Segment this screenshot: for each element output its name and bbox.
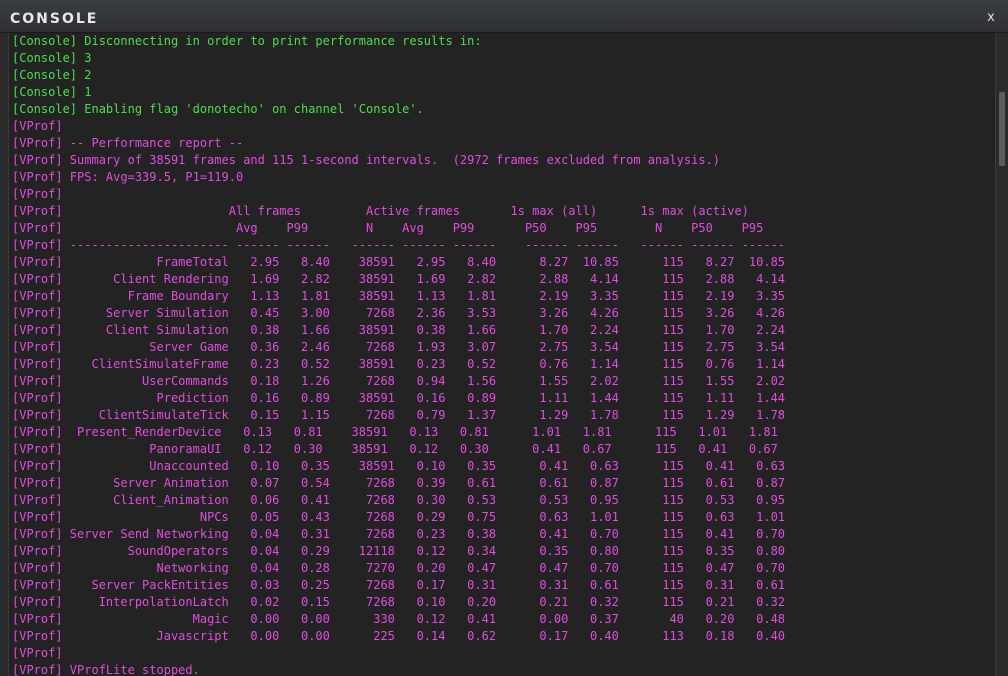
- console-output[interactable]: [Console] Disconnecting in order to prin…: [8, 33, 996, 676]
- console-line: [VProf] UserCommands 0.18 1.26 7268 0.94…: [12, 374, 786, 388]
- console-line: [VProf] FrameTotal 2.95 8.40 38591 2.95 …: [12, 255, 786, 269]
- console-line: [VProf] FPS: Avg=339.5, P1=119.0: [12, 170, 244, 184]
- console-line: [VProf] Client Rendering 1.69 2.82 38591…: [12, 272, 786, 286]
- console-line: [VProf]: [12, 119, 63, 133]
- console-line: [VProf]: [12, 646, 63, 660]
- console-line: [Console] 2: [12, 68, 92, 82]
- console-line: [Console] 1: [12, 85, 92, 99]
- console-line: [VProf] Server Send Networking 0.04 0.31…: [12, 527, 786, 541]
- console-line: [Console] Disconnecting in order to prin…: [12, 34, 482, 48]
- console-line: [VProf] Javascript 0.00 0.00 225 0.14 0.…: [12, 629, 786, 643]
- console-line: [VProf] Unaccounted 0.10 0.35 38591 0.10…: [12, 459, 786, 473]
- console-line: [VProf] Magic 0.00 0.00 330 0.12 0.41 0.…: [12, 612, 786, 626]
- console-line: [VProf] Frame Boundary 1.13 1.81 38591 1…: [12, 289, 786, 303]
- scrollbar[interactable]: [999, 58, 1005, 676]
- title-bar[interactable]: CONSOLE x: [0, 0, 1008, 33]
- console-line: [VProf] NPCs 0.05 0.43 7268 0.29 0.75 0.…: [12, 510, 786, 524]
- console-line: [VProf] SoundOperators 0.04 0.29 12118 0…: [12, 544, 786, 558]
- console-line: [VProf]: [12, 187, 63, 201]
- scrollbar-thumb[interactable]: [999, 92, 1005, 166]
- console-line: [VProf] Server Game 0.36 2.46 7268 1.93 …: [12, 340, 786, 354]
- console-line: [VProf] Avg P99 N Avg P99 P50 P95 N P50 …: [12, 221, 764, 235]
- console-window: CONSOLE x [Console] Disconnecting in ord…: [0, 0, 1008, 676]
- console-line: [VProf] Server Animation 0.07 0.54 7268 …: [12, 476, 786, 490]
- console-line: [Console] Enabling flag 'donotecho' on c…: [12, 102, 424, 116]
- console-line: [VProf] -- Performance report --: [12, 136, 244, 150]
- console-line: [VProf] Networking 0.04 0.28 7270 0.20 0…: [12, 561, 786, 575]
- console-line: [VProf] VProfLite stopped.: [12, 663, 200, 676]
- console-lines: [Console] Disconnecting in order to prin…: [12, 33, 785, 676]
- console-line: [VProf] Server Simulation 0.45 3.00 7268…: [12, 306, 786, 320]
- console-line: [VProf] All frames Active frames 1s max …: [12, 204, 749, 218]
- window-title: CONSOLE: [10, 11, 99, 27]
- console-line: [VProf] Summary of 38591 frames and 115 …: [12, 153, 721, 167]
- console-line: [Console] 3: [12, 51, 92, 65]
- console-line: [VProf] InterpolationLatch 0.02 0.15 726…: [12, 595, 786, 609]
- console-line: [VProf] ClientSimulateTick 0.15 1.15 726…: [12, 408, 786, 422]
- console-line: [VProf] Client_Animation 0.06 0.41 7268 …: [12, 493, 786, 507]
- console-line: [VProf] Present_RenderDevice 0.13 0.81 3…: [12, 425, 778, 439]
- console-line: [VProf] Prediction 0.16 0.89 38591 0.16 …: [12, 391, 786, 405]
- console-line: [VProf] Server PackEntities 0.03 0.25 72…: [12, 578, 786, 592]
- console-line: [VProf] ClientSimulateFrame 0.23 0.52 38…: [12, 357, 786, 371]
- console-line: [VProf] ---------------------- ------ --…: [12, 238, 786, 252]
- console-line: [VProf] PanoramaUI 0.12 0.30 38591 0.12 …: [12, 442, 778, 456]
- close-icon[interactable]: x: [984, 10, 998, 26]
- console-line: [VProf] Client Simulation 0.38 1.66 3859…: [12, 323, 786, 337]
